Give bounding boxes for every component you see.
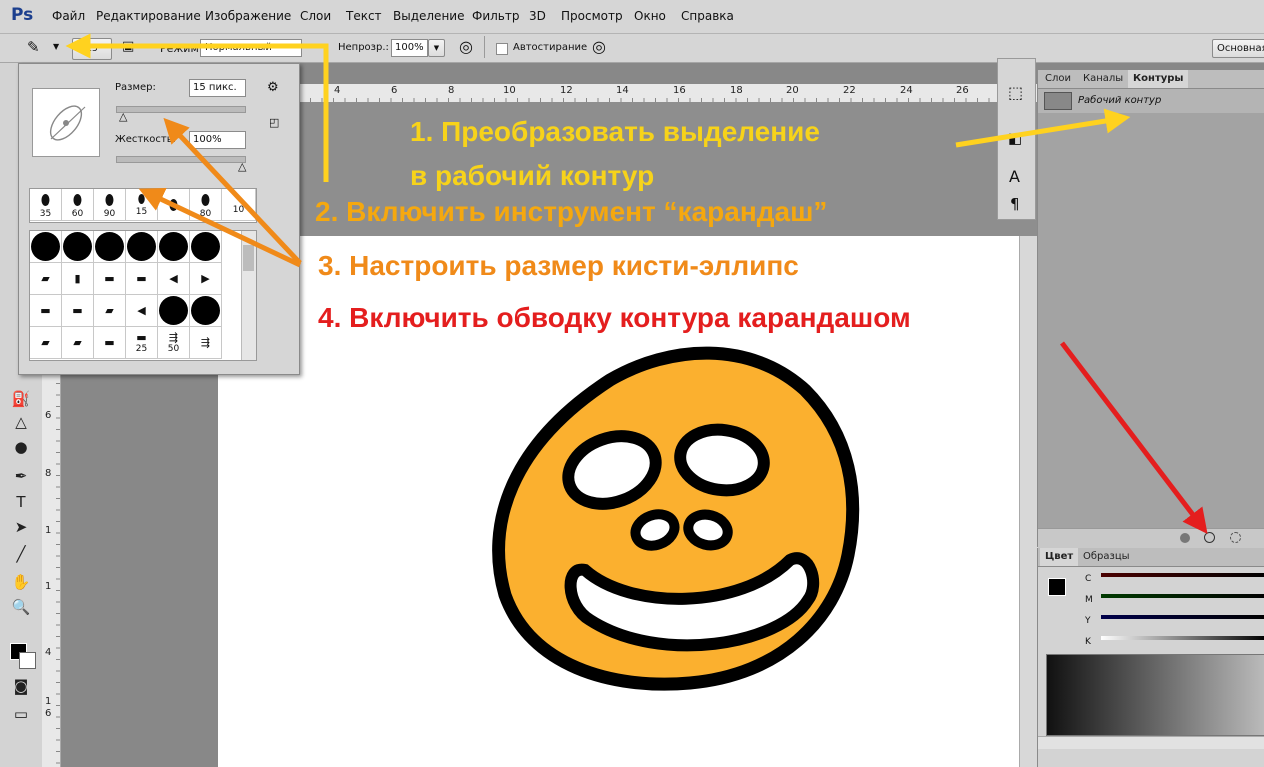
- arrow-to-size-slider: [163, 117, 302, 265]
- annotation-arrows: [65, 33, 1208, 534]
- arrow-to-stroke-path: [1060, 341, 1208, 534]
- arrow-to-brush-preset: [138, 188, 302, 268]
- arrow-to-work-path: [955, 108, 1131, 148]
